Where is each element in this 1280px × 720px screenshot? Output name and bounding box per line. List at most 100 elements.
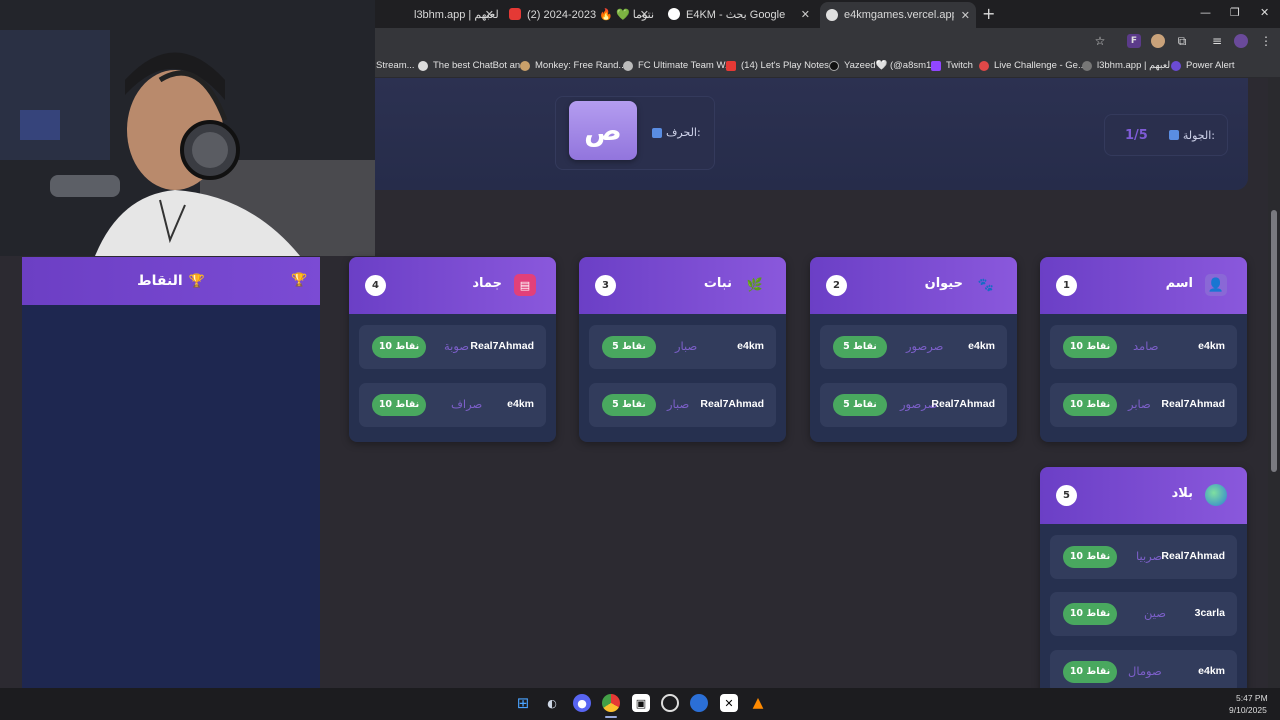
- answer-row: 10 نقاط صابر Real7Ahmad: [1050, 383, 1237, 427]
- scrollbar-thumb[interactable]: [1271, 210, 1277, 472]
- trophy-icon: 🏆: [291, 273, 308, 288]
- tab-google[interactable]: E4KM - بحث Google ✕: [664, 4, 816, 24]
- category-title: جماد: [472, 276, 502, 291]
- category-number: 3: [595, 275, 616, 296]
- streamer-webcam-image: [0, 0, 375, 256]
- google-icon: [668, 8, 680, 20]
- bookmark-item[interactable]: Power Alert: [1171, 60, 1235, 71]
- category-title: اسم: [1165, 276, 1193, 291]
- close-icon[interactable]: ✕: [801, 8, 810, 21]
- globe-icon: [623, 60, 633, 71]
- power-alert-icon: [1171, 60, 1181, 71]
- paw-icon: 🐾: [977, 277, 995, 293]
- obs-icon[interactable]: [661, 694, 679, 712]
- profile-avatar-icon[interactable]: [1234, 34, 1248, 48]
- points-badge: 10 نقاط: [1063, 336, 1117, 358]
- star-bookmark-icon[interactable]: ☆: [1093, 34, 1107, 48]
- letter-label: الحرف:: [666, 126, 701, 139]
- vlc-icon[interactable]: ▲: [749, 694, 767, 712]
- close-icon[interactable]: ✕: [961, 9, 970, 22]
- answer-row: 5 نقاط صبار e4km: [589, 325, 776, 369]
- category-number: 4: [365, 275, 386, 296]
- category-title: حيوان: [924, 276, 963, 291]
- bookmark-item[interactable]: Monkey: Free Rand...: [520, 60, 626, 71]
- answer-word: صوبة: [444, 339, 470, 353]
- card-header: 4 جماد ▤: [349, 257, 556, 314]
- player-name: Real7Ahmad: [470, 340, 534, 352]
- category-card-animal: 2 حيوان 🐾 5 نقاط صرصور e4km 5 نقاط صرصور…: [810, 257, 1017, 442]
- clock-date[interactable]: 9/10/2025: [1229, 705, 1267, 715]
- extensions-puzzle-icon[interactable]: ⧉: [1175, 34, 1189, 48]
- extension-f-icon[interactable]: F: [1127, 34, 1141, 48]
- window-close-button[interactable]: ✕: [1260, 6, 1269, 19]
- card-header: 3 نبات 🌿: [579, 257, 786, 314]
- clock-time[interactable]: 5:47 PM: [1236, 693, 1268, 703]
- tab-e4kmgames[interactable]: e4kmgames.vercel.app/games/ ✕: [820, 2, 976, 28]
- close-icon[interactable]: ✕: [485, 8, 494, 21]
- media-control-icon[interactable]: ≡: [1210, 34, 1224, 48]
- bookmark-item[interactable]: Live Challenge - Ge...: [979, 60, 1086, 71]
- answer-row: 10 نقاط صوبة Real7Ahmad: [359, 325, 546, 369]
- points-badge: 5 نقاط: [833, 336, 887, 358]
- points-badge: 10 نقاط: [372, 394, 426, 416]
- category-card-name: 1 اسم 👤 10 نقاط صامد e4km 10 نقاط صابر R…: [1040, 257, 1247, 442]
- bookmark-item[interactable]: FC Ultimate Team W...: [623, 60, 733, 71]
- scores-title: النقاط: [137, 273, 183, 289]
- globe-icon: [1205, 484, 1227, 506]
- points-badge: 10 نقاط: [1063, 394, 1117, 416]
- answer-word: صربيا: [1136, 549, 1163, 563]
- tab-l3bhm[interactable]: l3bhm.app | لعبهم ✕: [400, 4, 500, 24]
- card-header: 1 اسم 👤: [1040, 257, 1247, 314]
- tab-youtube[interactable]: (2) شكون انتوما 💚 🔥 2023-2024 ✕: [505, 4, 655, 24]
- points-badge: 5 نقاط: [602, 394, 656, 416]
- answer-row: 5 نقاط صرصور e4km: [820, 325, 1007, 369]
- answer-word: صراف: [451, 397, 483, 411]
- card-header: 2 حيوان 🐾: [810, 257, 1017, 314]
- scores-header: النقاط 🏆: [22, 257, 320, 305]
- category-number: 1: [1056, 275, 1077, 296]
- new-tab-button[interactable]: +: [982, 4, 995, 23]
- trophy-icon: 🏆: [188, 273, 205, 289]
- category-number: 2: [826, 275, 847, 296]
- extension-avatar-icon[interactable]: [1151, 34, 1165, 48]
- player-name: e4km: [737, 340, 764, 352]
- card-header: 5 بلاد: [1040, 467, 1247, 524]
- discord-icon[interactable]: ●: [573, 694, 591, 712]
- capcut-icon[interactable]: ✕: [720, 694, 738, 712]
- round-value: 1/5: [1125, 127, 1148, 143]
- bookmark-item[interactable]: l3bhm.app | لعبهم: [1082, 60, 1170, 71]
- chrome-icon[interactable]: [602, 694, 620, 712]
- answer-row: 10 نقاط صربيا Real7Ahmad: [1050, 535, 1237, 579]
- menu-kebab-icon[interactable]: ⋮: [1259, 34, 1273, 48]
- answer-row: 5 نقاط صبار Real7Ahmad: [589, 383, 776, 427]
- close-icon[interactable]: ✕: [640, 8, 649, 21]
- tab-title: E4KM - بحث Google: [686, 8, 786, 21]
- round-label: الجولة:: [1182, 128, 1215, 142]
- bookmark-item[interactable]: Yazeed🤍 (@a8sm1...: [829, 60, 939, 71]
- player-name: e4km: [507, 398, 534, 410]
- twitch-icon: [931, 60, 941, 71]
- tiktok-icon: [829, 60, 839, 71]
- steam-icon[interactable]: ◐: [543, 694, 561, 712]
- scores-panel: [22, 257, 320, 688]
- answer-word: صبار: [667, 397, 690, 411]
- tab-title: (2) شكون انتوما 💚 🔥 2023-2024: [527, 8, 655, 21]
- answer-row: 10 نقاط صراف e4km: [359, 383, 546, 427]
- category-title: بلاد: [1171, 486, 1193, 501]
- points-badge: 10 نقاط: [1063, 546, 1117, 568]
- bookmark-item[interactable]: Twitch: [931, 60, 973, 71]
- player-name: e4km: [1198, 665, 1225, 677]
- round-indicator: 1/5 الجولة:: [1104, 114, 1228, 156]
- tiktok-live-icon[interactable]: ▣: [632, 694, 650, 712]
- windows-start-icon[interactable]: ⊞: [514, 694, 532, 712]
- restore-button[interactable]: ❐: [1230, 6, 1240, 19]
- l3bhm-icon: [1082, 60, 1092, 71]
- answer-row: 10 نقاط صين 3carla: [1050, 592, 1237, 636]
- bookmark-item[interactable]: The best ChatBot an...: [418, 60, 528, 71]
- category-title: نبات: [703, 276, 732, 291]
- answer-word: صين: [1144, 606, 1166, 620]
- minimize-button[interactable]: —: [1200, 6, 1211, 19]
- app-blue-icon[interactable]: [690, 694, 708, 712]
- bookmark-item[interactable]: Stream...: [376, 60, 415, 71]
- bookmark-item[interactable]: (14) Let's Play Notes...: [726, 60, 837, 71]
